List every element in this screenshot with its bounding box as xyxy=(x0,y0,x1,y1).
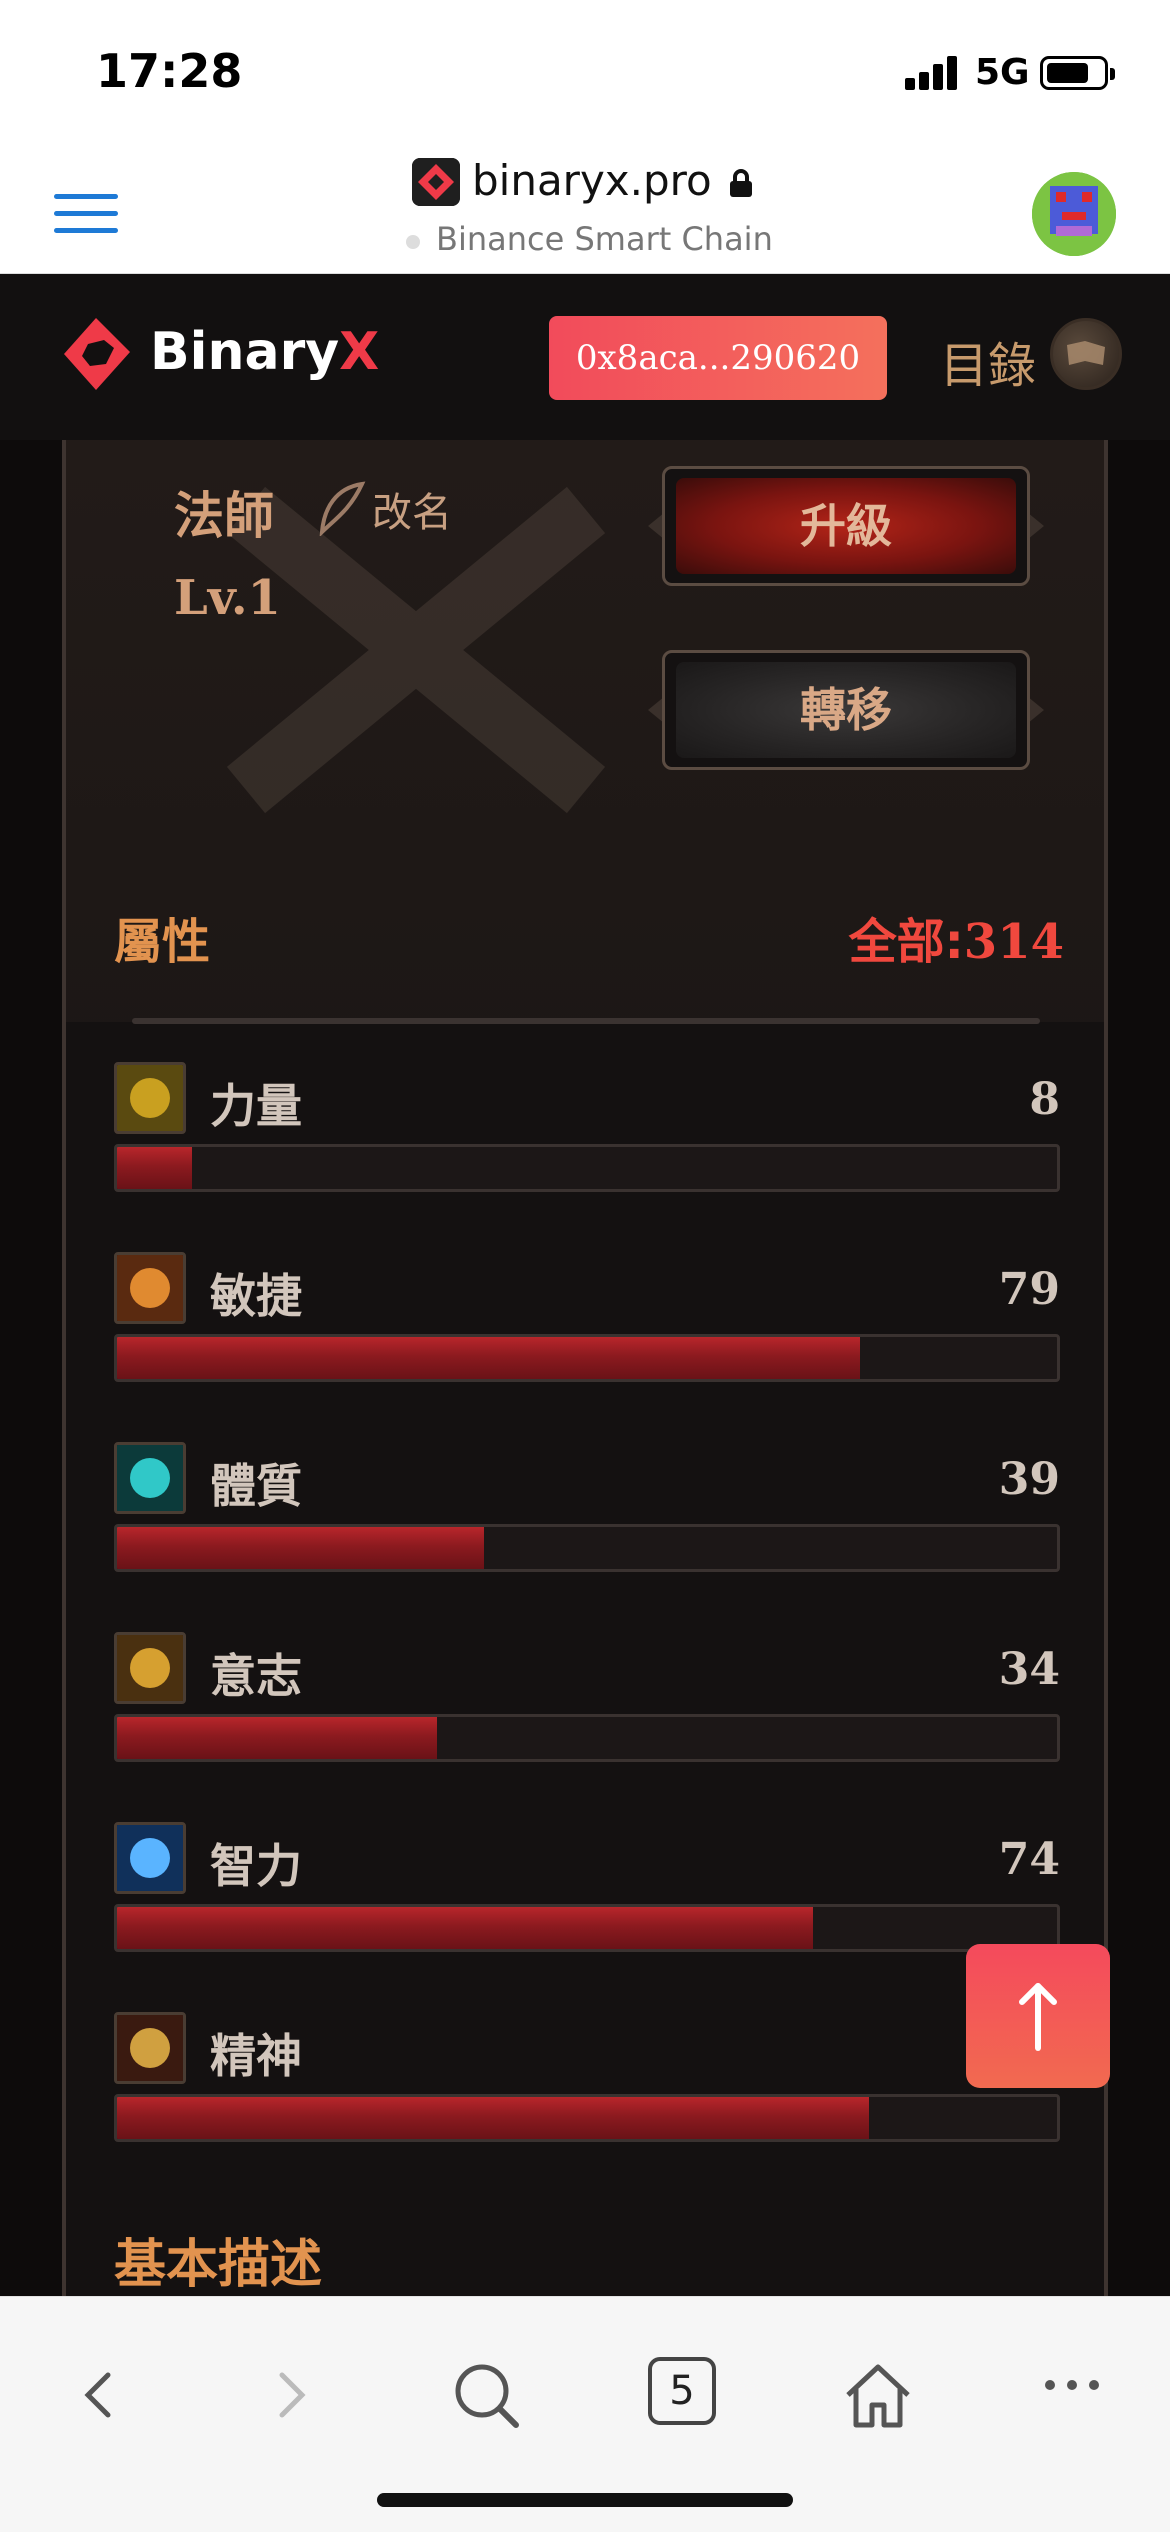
attribute-bar-fill xyxy=(117,2097,869,2139)
intelligence-icon xyxy=(114,1822,186,1894)
browser-toolbar: 5 xyxy=(0,2296,1170,2532)
attribute-value: 8 xyxy=(1029,1074,1060,1125)
agility-icon xyxy=(114,1252,186,1324)
attribute-row: 敏捷 79 xyxy=(114,1252,1060,1412)
site-domain[interactable]: binaryx.pro xyxy=(472,156,712,205)
hero-class-name: 法師 xyxy=(174,487,274,545)
attribute-bar xyxy=(114,1334,1060,1382)
attribute-label: 體質 xyxy=(210,1459,302,1513)
basic-description-title: 基本描述 xyxy=(114,2235,323,2295)
home-indicator xyxy=(377,2493,793,2507)
attribute-label: 意志 xyxy=(210,1649,302,1703)
site-favicon-icon xyxy=(412,158,460,206)
attribute-bar xyxy=(114,1714,1060,1762)
status-bar: 17:28 5G xyxy=(0,0,1170,140)
attribute-value: 39 xyxy=(998,1454,1060,1505)
upgrade-button[interactable]: 升級 xyxy=(648,466,1044,586)
attribute-bar xyxy=(114,2094,1060,2142)
attribute-label: 智力 xyxy=(210,1839,302,1893)
home-icon[interactable] xyxy=(838,2355,918,2435)
signal-icon xyxy=(905,56,959,90)
binaryx-logo-icon[interactable] xyxy=(60,314,134,394)
battery-icon xyxy=(1040,56,1115,90)
spirit-icon xyxy=(114,2012,186,2084)
wallet-address-button[interactable]: 0x8aca...290620 xyxy=(549,316,887,400)
tabs-button[interactable]: 5 xyxy=(648,2357,716,2425)
lock-icon xyxy=(728,168,754,198)
attribute-label: 敏捷 xyxy=(210,1269,302,1323)
transfer-button-label: 轉移 xyxy=(676,662,1016,758)
attribute-bar xyxy=(114,1524,1060,1572)
wallet-avatar[interactable] xyxy=(1032,172,1116,256)
network-type: 5G xyxy=(975,52,1030,93)
strength-icon xyxy=(114,1062,186,1134)
attributes-list: 力量 8 敏捷 79 體質 39 意志 34 智力 74 精神 xyxy=(66,1022,1104,2296)
hero-level: Lv.1 xyxy=(174,570,281,626)
app-logo-text: BinaryX xyxy=(150,322,380,382)
transfer-button[interactable]: 轉移 xyxy=(648,650,1044,770)
more-icon[interactable] xyxy=(1032,2355,1112,2435)
browser-address-bar: binaryx.pro Binance Smart Chain xyxy=(0,140,1170,274)
status-time: 17:28 xyxy=(96,44,243,98)
attribute-value: 34 xyxy=(998,1644,1060,1695)
feather-icon[interactable] xyxy=(316,480,368,538)
attribute-label: 精神 xyxy=(210,2029,302,2083)
chain-name: Binance Smart Chain xyxy=(436,220,773,258)
attributes-divider xyxy=(132,1018,1040,1024)
attribute-row: 精神 xyxy=(114,2012,1060,2172)
attribute-row: 智力 74 xyxy=(114,1822,1060,1982)
attribute-bar-fill xyxy=(117,1527,484,1569)
attribute-row: 意志 34 xyxy=(114,1632,1060,1792)
hamburger-menu-icon[interactable] xyxy=(54,194,118,234)
attribute-bar-fill xyxy=(117,1337,860,1379)
attribute-row: 力量 8 xyxy=(114,1062,1060,1222)
back-icon[interactable] xyxy=(60,2355,140,2435)
attribute-bar xyxy=(114,1904,1060,1952)
attribute-bar xyxy=(114,1144,1060,1192)
attribute-label: 力量 xyxy=(210,1079,302,1133)
attribute-bar-fill xyxy=(117,1147,193,1189)
book-menu-icon[interactable] xyxy=(1050,318,1122,390)
will-icon xyxy=(114,1632,186,1704)
attributes-total: 全部:314 xyxy=(848,914,1064,970)
arrow-up-icon xyxy=(1019,1983,1057,2051)
hero-panel: 法師 改名 Lv.1 升級 轉移 屬性 全部:314 力量 8 敏捷 79 體質 39 意志… xyxy=(62,440,1108,2296)
rename-button[interactable]: 改名 xyxy=(372,480,452,538)
app-header: BinaryX 0x8aca...290620 目錄 xyxy=(0,274,1170,440)
forward-icon[interactable] xyxy=(250,2355,330,2435)
scroll-to-top-button[interactable] xyxy=(966,1944,1110,2088)
battery-level xyxy=(1047,63,1088,83)
chain-status-dot xyxy=(406,235,420,249)
attribute-value: 74 xyxy=(998,1834,1060,1885)
attribute-value: 79 xyxy=(998,1264,1060,1315)
attribute-bar-fill xyxy=(117,1717,437,1759)
attributes-title: 屬性 xyxy=(114,914,211,970)
upgrade-button-label: 升級 xyxy=(676,478,1016,574)
search-icon[interactable] xyxy=(446,2355,526,2435)
menu-label[interactable]: 目錄 xyxy=(940,326,1036,396)
attribute-bar-fill xyxy=(117,1907,813,1949)
attribute-row: 體質 39 xyxy=(114,1442,1060,1602)
constitution-icon xyxy=(114,1442,186,1514)
